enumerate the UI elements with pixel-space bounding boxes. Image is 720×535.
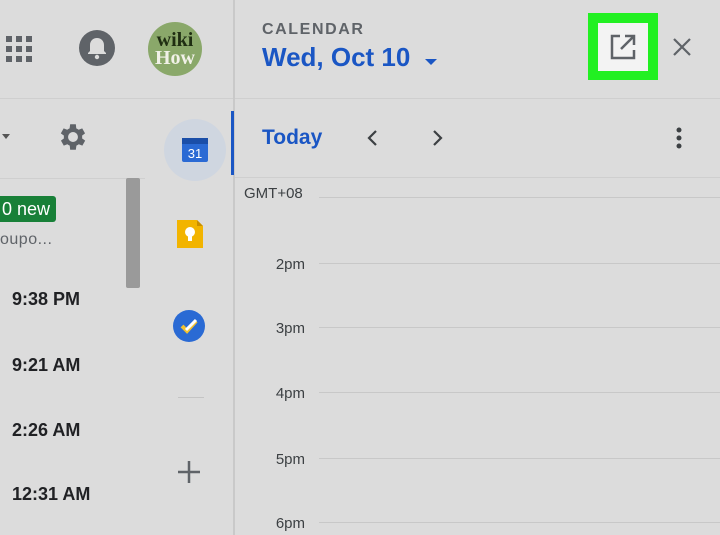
tasks-check-icon[interactable] <box>172 309 206 343</box>
open-in-new-window-button[interactable] <box>588 13 658 80</box>
calendar-panel: CALENDAR Wed, Oct 10 Today GMT+08 2pm 3p… <box>231 0 720 535</box>
message-snippet[interactable]: oupo... <box>0 231 52 249</box>
calendar-icon-number: 31 <box>188 146 202 161</box>
divider <box>235 98 720 99</box>
active-indicator <box>231 111 234 175</box>
chevron-right-icon[interactable] <box>425 124 449 152</box>
chevron-down-icon[interactable] <box>424 54 438 65</box>
hour-label: 5pm <box>275 451 305 468</box>
chevron-left-icon[interactable] <box>361 124 385 152</box>
new-count-badge: 0 new <box>0 196 57 222</box>
hour-gridline <box>319 522 720 523</box>
open-in-new-icon <box>598 22 648 71</box>
hour-label: 4pm <box>275 385 305 402</box>
hour-gridline <box>319 263 720 264</box>
gear-icon[interactable] <box>56 120 90 154</box>
dropdown-caret-icon[interactable] <box>0 128 18 146</box>
close-icon[interactable] <box>668 33 696 61</box>
calendar-icon: 31 <box>182 138 208 162</box>
panel-title: CALENDAR <box>262 21 365 38</box>
avatar-text-bottom: How <box>155 47 195 69</box>
date-selector[interactable]: Wed, Oct 10 <box>262 42 410 73</box>
divider <box>235 177 720 178</box>
hour-label: 2pm <box>275 256 305 273</box>
keep-bulb-icon[interactable] <box>173 217 207 251</box>
hour-label: 3pm <box>275 320 305 337</box>
message-time[interactable]: 12:31 AM <box>12 484 90 505</box>
hour-gridline <box>319 197 720 198</box>
more-vert-icon[interactable] <box>669 124 689 152</box>
top-bar: wiki How <box>0 0 233 99</box>
message-time[interactable]: 2:26 AM <box>12 420 80 441</box>
timezone-label: GMT+08 <box>244 185 303 202</box>
avatar[interactable]: wiki How <box>148 22 202 76</box>
divider <box>178 397 204 398</box>
plus-icon[interactable] <box>175 458 203 486</box>
side-panel-rail: 31 <box>145 99 233 535</box>
calendar-app-button[interactable]: 31 <box>164 119 226 181</box>
hour-label: 6pm <box>275 515 305 532</box>
apps-grid-icon[interactable] <box>4 34 34 64</box>
divider <box>0 178 145 179</box>
bell-icon[interactable] <box>78 29 116 67</box>
scrollbar[interactable] <box>126 178 140 288</box>
hour-gridline <box>319 327 720 328</box>
message-time[interactable]: 9:38 PM <box>12 289 80 310</box>
today-button[interactable]: Today <box>262 126 322 150</box>
hour-gridline <box>319 392 720 393</box>
hour-gridline <box>319 458 720 459</box>
message-time[interactable]: 9:21 AM <box>12 355 80 376</box>
